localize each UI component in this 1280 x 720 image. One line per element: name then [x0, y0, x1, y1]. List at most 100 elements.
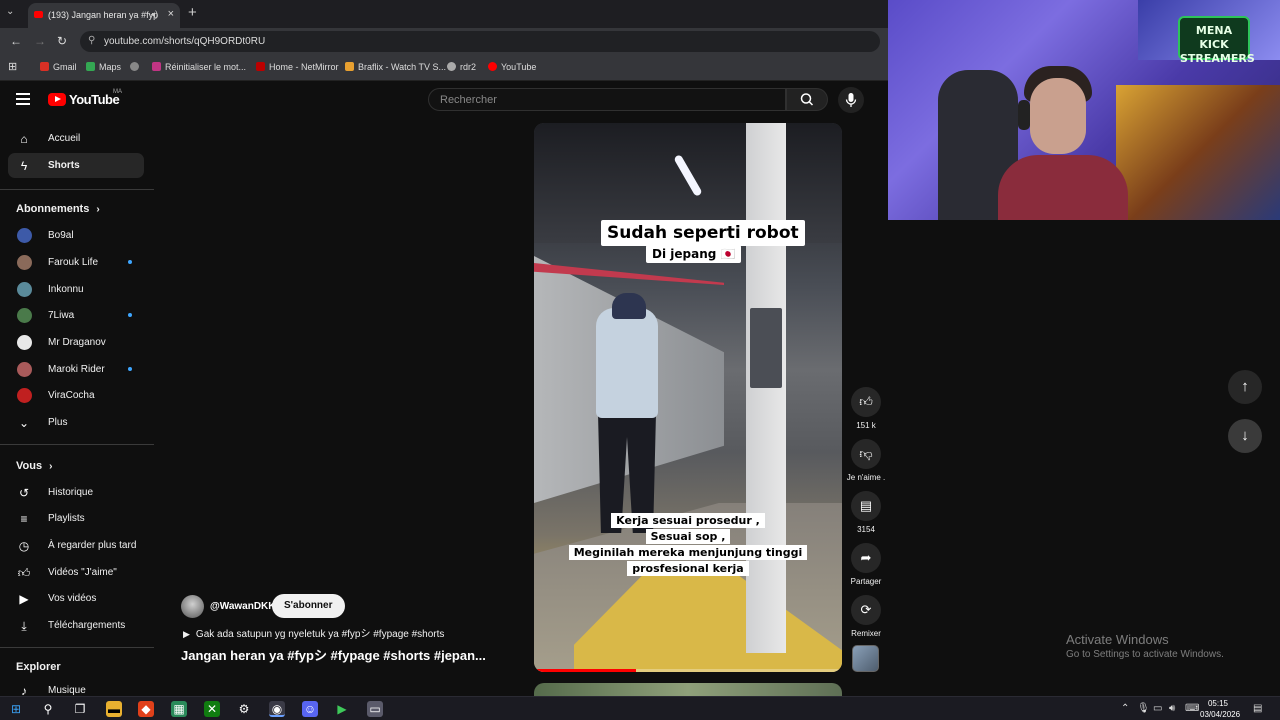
subscribe-button[interactable]: S'abonner	[272, 594, 345, 618]
chevron-right-icon: ›	[96, 204, 100, 215]
bookmark-rdr2[interactable]: rdr2	[447, 62, 476, 72]
video-caption-title: Sudah seperti robot	[601, 220, 805, 246]
audio-icon[interactable]: ◂)	[150, 9, 158, 20]
voice-search-button[interactable]	[838, 87, 864, 113]
dislike-button[interactable]: 👎︎ Je n'aime .	[847, 439, 885, 482]
like-button[interactable]: 👍︎ 151 k	[850, 387, 882, 430]
channel-avatar[interactable]	[181, 595, 204, 618]
forward-icon[interactable]: →	[34, 34, 46, 48]
game-launcher-icon[interactable]: ▶	[334, 701, 350, 717]
system-clock[interactable]: 05:15 03/04/2026	[1200, 698, 1240, 720]
discord-icon[interactable]: ☺	[302, 701, 318, 717]
search-input[interactable]: Rechercher	[428, 88, 786, 111]
bookmark-netmirror[interactable]: Home - NetMirror	[256, 62, 339, 72]
sidebar-divider	[0, 189, 154, 190]
bookmark-maps[interactable]: Maps	[86, 62, 121, 72]
xbox-icon[interactable]: ✕	[204, 701, 220, 717]
sidebar-item-viracocha[interactable]: ViraCocha	[8, 383, 144, 408]
network-icon[interactable]: ▭	[1153, 703, 1162, 714]
sidebar-item-mr-draganov[interactable]: Mr Draganov	[8, 330, 144, 355]
steam-icon[interactable]: ⚙	[236, 701, 252, 717]
tray-expand-icon[interactable]: ⌃	[1121, 703, 1129, 714]
short-title[interactable]: Jangan heran ya #fypシ #fypage #shorts #j…	[181, 645, 486, 664]
comments-button[interactable]: ▤ 3154	[850, 491, 882, 534]
subscriptions-heading[interactable]: Abonnements ›	[16, 203, 100, 215]
video-progress-bar[interactable]	[534, 669, 842, 672]
language-icon[interactable]: ⌨	[1185, 703, 1199, 714]
menu-icon[interactable]	[16, 93, 30, 105]
site-info-icon[interactable]: ⚲	[88, 35, 95, 46]
sidebar-item-bo9al[interactable]: Bo9al	[8, 223, 144, 248]
calendar-app-icon[interactable]: ▦	[171, 701, 187, 717]
sidebar-item-downloads[interactable]: ⤓ Téléchargements	[8, 613, 144, 638]
task-view-icon[interactable]: ❐	[72, 701, 88, 717]
mena-kick-streamers-logo: MENA KICK STREAMERS	[1178, 16, 1255, 65]
microphone-icon	[845, 93, 857, 107]
search-icon[interactable]: ⚲	[40, 701, 56, 717]
new-tab-icon[interactable]: +	[188, 4, 197, 21]
play-icon: ▶	[183, 629, 190, 639]
explore-heading: Explorer	[16, 661, 61, 673]
remix-label: Remixer	[851, 629, 881, 638]
sidebar-item-maroki-rider[interactable]: Maroki Rider	[8, 357, 144, 382]
music-link[interactable]: ▶ Gak ada satupun yg nyeletuk ya #fypシ #f…	[183, 625, 444, 640]
bookmark-gmail[interactable]: Gmail	[40, 62, 77, 72]
short-video-player[interactable]: Sudah seperti robot Di jepang 🇯🇵 Kerja s…	[534, 123, 842, 672]
avatar	[17, 255, 32, 270]
video-caption-line: prosfesional kerja	[534, 559, 842, 577]
sidebar-item-watch-later[interactable]: ◷ À regarder plus tard	[8, 533, 144, 558]
sidebar-item-farouk-life[interactable]: Farouk Life	[8, 250, 144, 275]
you-heading[interactable]: Vous ›	[16, 460, 52, 472]
country-code: MA	[113, 89, 122, 95]
microphone-tray-icon[interactable]: 🎙︎	[1137, 703, 1150, 714]
sidebar-item-your-videos[interactable]: ▶ Vos vidéos	[8, 586, 144, 611]
sidebar-item-shorts[interactable]: ϟ Shorts	[8, 153, 144, 178]
bookmark-chrome[interactable]	[130, 62, 143, 72]
sidebar-item-7liwa[interactable]: 7Liwa	[8, 303, 144, 328]
shorts-icon: ϟ	[20, 159, 28, 173]
sidebar-item-more[interactable]: ⌄ Plus	[8, 410, 144, 435]
sidebar-item-playlists[interactable]: ≡ Playlists	[8, 506, 144, 531]
address-bar[interactable]: ⚲ youtube.com/shorts/qQH9ORDt0RU	[80, 31, 880, 52]
volume-icon[interactable]: 🔊︎	[1169, 703, 1175, 714]
bookmark-reset-password[interactable]: Réinitialiser le mot...	[152, 62, 246, 72]
close-tab-icon[interactable]: ×	[168, 8, 174, 20]
sidebar-item-inkonnu[interactable]: Inkonnu	[8, 277, 144, 302]
like-count: 151 k	[856, 421, 876, 430]
channel-name[interactable]: @WawanDKK	[210, 601, 276, 612]
browser-tab[interactable]: (193) Jangan heran ya #fyp ◂) ×	[28, 3, 180, 28]
chrome-taskbar-icon[interactable]: ◉	[269, 701, 285, 717]
app-window-icon[interactable]: ▭	[367, 701, 383, 717]
sidebar-item-liked-videos[interactable]: 👍︎ Vidéos "J'aime"	[8, 560, 144, 585]
avatar	[17, 308, 32, 323]
next-short-button[interactable]: ↓	[1228, 419, 1262, 453]
notifications-icon[interactable]: ▤	[1253, 703, 1262, 714]
url-text: youtube.com/shorts/qQH9ORDt0RU	[104, 36, 266, 47]
tab-search-icon[interactable]: ⌄	[6, 6, 14, 17]
reload-icon[interactable]: ↻	[57, 34, 67, 48]
sidebar-item-history[interactable]: ↺ Historique	[8, 480, 144, 505]
bookmark-youtube[interactable]: YouTube	[488, 62, 536, 72]
bookmark-braflix[interactable]: Braflix - Watch TV S...	[345, 62, 446, 72]
brave-icon[interactable]: ◆	[138, 701, 154, 717]
apps-icon[interactable]: ⊞	[8, 60, 17, 73]
webcam-scene-torso	[998, 155, 1128, 220]
back-icon[interactable]: ←	[10, 34, 22, 48]
activate-windows-subtitle: Go to Settings to activate Windows.	[1066, 649, 1224, 660]
previous-short-button[interactable]: ↑	[1228, 370, 1262, 404]
sound-thumbnail[interactable]	[852, 645, 879, 672]
sidebar-divider	[0, 647, 154, 648]
webcam-scene-person	[978, 60, 1138, 220]
home-icon: ⌂	[20, 132, 28, 146]
file-explorer-icon[interactable]: ▬	[106, 701, 122, 717]
sidebar-item-home[interactable]: ⌂ Accueil	[8, 126, 144, 151]
remix-button[interactable]: ⟳ Remixer	[850, 595, 882, 638]
maps-icon	[86, 62, 95, 71]
search-button[interactable]	[786, 88, 828, 111]
windows-start-icon[interactable]: ⊞	[8, 701, 24, 717]
thumb-up-icon: 👍︎	[851, 387, 881, 417]
avatar	[17, 362, 32, 377]
share-button[interactable]: ➦ Partager	[850, 543, 882, 586]
browser-tab-bar: ⌄ (193) Jangan heran ya #fyp ◂) × +	[0, 0, 888, 28]
logo-text: YouTube	[69, 92, 120, 107]
